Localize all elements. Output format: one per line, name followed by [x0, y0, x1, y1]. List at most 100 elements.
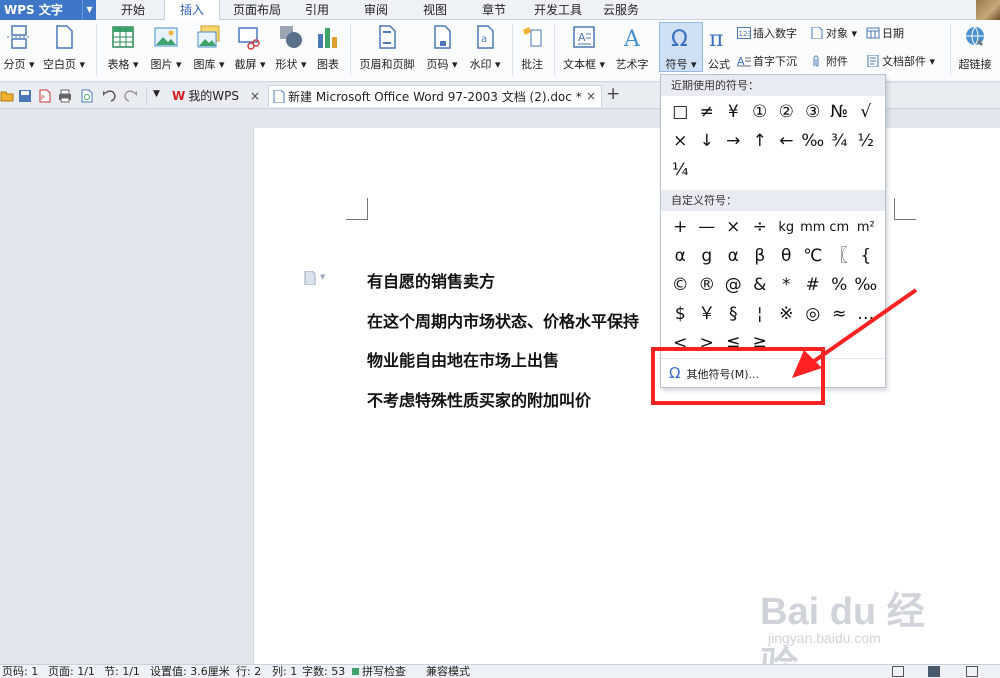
- custom-symbol-cell[interactable]: β: [747, 242, 774, 271]
- custom-symbol-cell[interactable]: θ: [773, 242, 800, 271]
- custom-symbol-cell[interactable]: ©: [667, 271, 694, 300]
- recent-symbol-cell[interactable]: ¼: [667, 156, 694, 185]
- close-icon[interactable]: ×: [250, 85, 260, 107]
- chevron-down-icon[interactable]: ▼: [82, 0, 96, 20]
- recent-symbol-cell[interactable]: ×: [667, 127, 694, 156]
- print-icon[interactable]: [58, 89, 72, 103]
- chart-button[interactable]: 图表: [312, 24, 344, 76]
- custom-symbol-cell[interactable]: ×: [720, 213, 747, 242]
- custom-symbol-cell[interactable]: $: [667, 300, 694, 329]
- picture-button[interactable]: 图片 ▾: [146, 24, 186, 76]
- hyperlink-button[interactable]: 超链接: [954, 24, 996, 76]
- gallery-button[interactable]: 图库 ▾: [188, 24, 230, 76]
- recent-symbol-cell[interactable]: →: [720, 127, 747, 156]
- custom-symbol-cell[interactable]: ¦: [747, 300, 774, 329]
- tab-developer[interactable]: 开发工具: [528, 0, 588, 20]
- recent-symbol-cell[interactable]: ②: [773, 98, 800, 127]
- custom-symbol-cell[interactable]: §: [720, 300, 747, 329]
- custom-symbol-cell[interactable]: α: [667, 242, 694, 271]
- insert-number-button[interactable]: 123 插入数字: [737, 26, 797, 42]
- export-pdf-icon[interactable]: P: [38, 89, 52, 103]
- custom-symbol-cell[interactable]: ®: [694, 271, 721, 300]
- custom-symbol-cell[interactable]: ￥: [694, 300, 721, 329]
- document-paragraph[interactable]: 物业能自由地在市场上出售: [367, 347, 559, 371]
- custom-symbol-cell[interactable]: @: [720, 271, 747, 300]
- symbol-button[interactable]: Ω 符号 ▾: [660, 24, 702, 76]
- recent-symbol-cell[interactable]: ¾: [826, 127, 853, 156]
- spell-check-toggle[interactable]: 拼写检查: [352, 665, 406, 678]
- tab-page-layout[interactable]: 页面布局: [228, 0, 286, 20]
- recent-symbol-cell[interactable]: √: [853, 98, 880, 127]
- new-tab-plus-icon[interactable]: +: [606, 84, 620, 104]
- recent-symbol-cell[interactable]: ¥: [720, 98, 747, 127]
- document-paragraph[interactable]: 有自愿的销售卖方: [367, 268, 495, 292]
- tab-chapter[interactable]: 章节: [472, 0, 516, 20]
- paragraph-handle-icon[interactable]: [304, 271, 316, 285]
- recent-symbol-cell[interactable]: ↓: [694, 127, 721, 156]
- custom-symbol-cell[interactable]: &: [747, 271, 774, 300]
- print-preview-icon[interactable]: [80, 89, 94, 103]
- doc-parts-button[interactable]: 文档部件 ▾: [866, 54, 935, 70]
- recent-symbol-cell[interactable]: ↑: [747, 127, 774, 156]
- tab-home[interactable]: 开始: [110, 0, 156, 20]
- custom-symbol-cell[interactable]: 〖: [826, 242, 853, 271]
- svg-text:Ω: Ω: [671, 27, 688, 50]
- comment-button[interactable]: 批注: [516, 24, 548, 76]
- custom-symbol-cell[interactable]: —: [694, 213, 721, 242]
- custom-symbol-cell[interactable]: m²: [853, 213, 880, 242]
- chevron-down-icon[interactable]: ▼: [320, 273, 325, 281]
- watermark-button[interactable]: a 水印 ▾: [464, 24, 506, 76]
- text-box-button[interactable]: A 文本框 ▾: [560, 24, 608, 76]
- custom-symbol-cell[interactable]: cm: [826, 213, 853, 242]
- date-button[interactable]: 日期: [866, 26, 904, 42]
- drop-cap-button[interactable]: A 首字下沉: [737, 54, 797, 70]
- custom-symbol-cell[interactable]: g: [694, 242, 721, 271]
- recent-symbol-cell[interactable]: □: [667, 98, 694, 127]
- redo-icon[interactable]: [124, 89, 138, 103]
- document-paragraph[interactable]: 在这个周期内市场状态、价格水平保持: [367, 308, 639, 332]
- object-button[interactable]: 对象 ▾: [810, 26, 857, 42]
- recent-symbol-cell[interactable]: ‰: [800, 127, 827, 156]
- header-footer-button[interactable]: 页眉和页脚: [356, 24, 418, 76]
- custom-symbol-cell[interactable]: {: [853, 242, 880, 271]
- custom-symbol-cell[interactable]: kg: [773, 213, 800, 242]
- screenshot-button[interactable]: 截屏 ▾: [232, 24, 268, 76]
- user-avatar[interactable]: [976, 0, 1000, 20]
- custom-symbol-cell[interactable]: +: [667, 213, 694, 242]
- doc-tab-my-wps[interactable]: W 我的WPS: [172, 85, 262, 107]
- recent-symbol-cell[interactable]: №: [826, 98, 853, 127]
- view-fullscreen-icon[interactable]: [892, 666, 904, 677]
- custom-symbol-cell[interactable]: mm: [800, 213, 827, 242]
- undo-icon[interactable]: [102, 89, 116, 103]
- blank-page-button[interactable]: 空白页 ▾: [38, 24, 90, 76]
- custom-symbol-cell[interactable]: α: [720, 242, 747, 271]
- word-art-button[interactable]: A 艺术字: [612, 24, 652, 76]
- page-number-button[interactable]: 页码 ▾: [422, 24, 462, 76]
- custom-symbol-cell[interactable]: ℃: [800, 242, 827, 271]
- doc-tab-active[interactable]: 新建 Microsoft Office Word 97-2003 文档 (2).…: [268, 85, 602, 107]
- open-folder-icon[interactable]: [0, 89, 14, 103]
- recent-symbol-cell[interactable]: ③: [800, 98, 827, 127]
- tab-references[interactable]: 引用: [296, 0, 338, 20]
- recent-symbol-cell[interactable]: ≠: [694, 98, 721, 127]
- document-paragraph[interactable]: 不考虑特殊性质买家的附加叫价: [367, 387, 591, 411]
- recent-symbol-cell[interactable]: ½: [853, 127, 880, 156]
- save-icon[interactable]: [18, 89, 32, 103]
- view-outline-icon[interactable]: [966, 666, 978, 677]
- formula-button[interactable]: π 公式: [704, 24, 734, 76]
- tab-view[interactable]: 视图: [414, 0, 456, 20]
- view-page-icon[interactable]: [928, 666, 940, 677]
- tab-insert[interactable]: 插入: [164, 0, 220, 21]
- recent-symbol-cell[interactable]: ①: [747, 98, 774, 127]
- shape-button[interactable]: 形状 ▾: [272, 24, 310, 76]
- attachment-button[interactable]: 附件: [810, 54, 848, 70]
- recent-symbol-cell[interactable]: ←: [773, 127, 800, 156]
- tab-cloud[interactable]: 云服务: [598, 0, 644, 20]
- table-button[interactable]: 表格 ▾: [104, 24, 142, 76]
- chevron-down-icon[interactable]: ▼: [153, 89, 160, 99]
- tab-review[interactable]: 审阅: [354, 0, 398, 20]
- custom-symbol-cell[interactable]: ÷: [747, 213, 774, 242]
- close-icon[interactable]: ×: [586, 85, 596, 107]
- page-break-button[interactable]: 分页 ▾: [2, 24, 36, 76]
- app-menu-button[interactable]: WPS 文字 ▼: [0, 0, 96, 20]
